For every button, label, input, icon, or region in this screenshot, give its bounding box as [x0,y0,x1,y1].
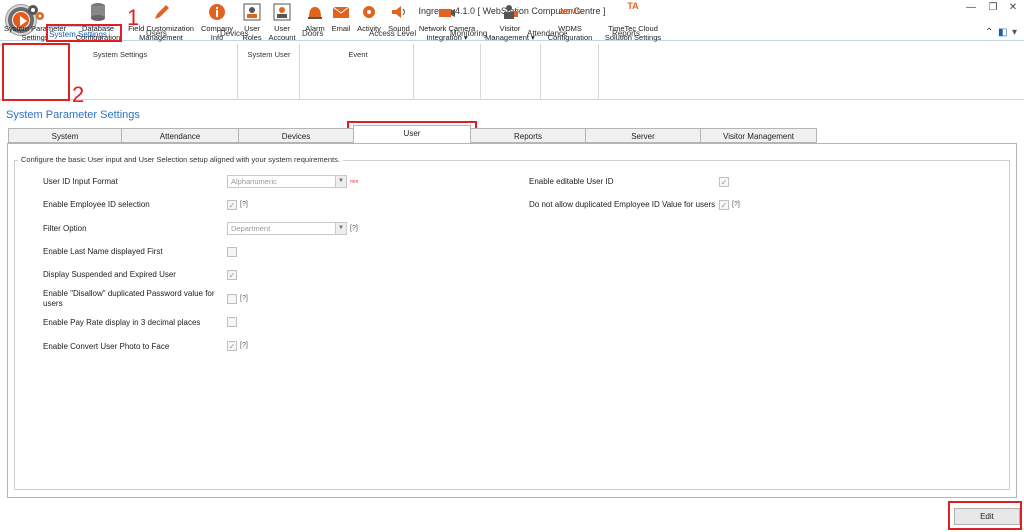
tab-devices-settings[interactable]: Devices [238,128,354,143]
convert-photo-help[interactable]: [?] [240,342,248,349]
camera-icon [437,2,457,22]
suspended-expired-label: Display Suspended and Expired User [43,270,176,279]
no-duplicate-employee-id-help[interactable]: [?] [732,201,740,208]
tab-server[interactable]: Server [585,128,701,143]
chevron-down-icon: ▼ [335,223,346,234]
company-info-label: Company Info [200,24,234,42]
user-account-icon [272,2,292,22]
sound-label: Sound [388,24,410,33]
no-duplicate-employee-id-checkbox[interactable]: ✓ [719,200,729,210]
minimize-icon[interactable]: — [962,2,980,13]
sound-icon [389,2,409,22]
last-name-first-label: Enable Last Name displayed First [43,247,163,256]
help-icon[interactable]: ▾ [1012,27,1017,38]
company-info-button[interactable]: Company Info [198,2,236,42]
user-roles-button[interactable]: User Roles [240,2,264,42]
disallow-duplicate-password-label: Enable "Disallow" duplicated Password va… [43,289,215,308]
pay-rate-decimal-checkbox[interactable] [227,317,237,327]
tab-attendance-settings[interactable]: Attendance [121,128,239,143]
wdms-configuration-label: WDMS Configuration [547,24,593,42]
sound-button[interactable]: Sound [386,2,412,33]
suspended-expired-checkbox[interactable]: ✓ [227,270,237,280]
user-account-button[interactable]: User Account [266,2,298,42]
ribbon-separator [413,44,414,100]
filter-option-value: Department [231,224,271,233]
employee-id-selection-help[interactable]: [?] [240,201,248,208]
ribbon-bar [0,40,1024,100]
ribbon-separator [598,44,599,100]
ribbon-separator [299,44,300,100]
activity-button[interactable]: Activity [355,2,383,33]
visitor-management-label: Visitor Management ▾ [485,24,535,42]
pencil-icon [151,2,171,22]
annotation-box-1 [46,24,122,42]
user-roles-icon [242,2,262,22]
convert-photo-checkbox[interactable]: ✓ [227,341,237,351]
alarm-label: Alarm [305,24,325,33]
editable-user-id-checkbox[interactable]: ✓ [719,177,729,187]
timetec-cloud-button[interactable]: TA TimeTec Cloud Solution Settings [600,1,666,43]
ribbon-separator [480,44,481,100]
ribbon-separator [540,44,541,100]
tab-system[interactable]: System [8,128,122,143]
email-label: Email [331,24,351,33]
timetec-cloud-label: TimeTec Cloud Solution Settings [604,24,662,42]
activity-label: Activity [357,24,381,33]
edit-button[interactable]: Edit [954,508,1020,525]
wdms-icon: WDMS [558,9,582,16]
chevron-down-icon: ▼ [335,176,346,187]
settings-tabs: System Attendance Devices User Reports S… [8,125,818,143]
group-system-user: System User [247,50,291,59]
annotation-number-1: 1 [127,5,140,30]
group-system-settings: System Settings [92,50,148,59]
activity-icon [359,2,379,22]
annotation-number-2: 2 [72,82,85,107]
tab-reports-settings[interactable]: Reports [470,128,586,143]
filter-option-help[interactable]: [?] [350,225,358,232]
user-id-format-value: Alphanumeric [231,177,277,186]
page-title: System Parameter Settings [6,109,140,121]
employee-id-selection-label: Enable Employee ID selection [43,200,150,209]
network-camera-button[interactable]: Network Camera Integration ▾ [416,2,478,42]
filter-option-label: Filter Option [43,224,87,233]
network-camera-label: Network Camera Integration ▾ [418,24,476,42]
visitor-management-button[interactable]: Visitor Management ▾ [482,2,538,42]
employee-id-selection-checkbox[interactable]: ✓ [227,200,237,210]
editable-user-id-label: Enable editable User ID [529,177,614,186]
filter-option-select[interactable]: Department ▼ [227,222,347,235]
cloud-icon: TA [627,1,639,11]
tab-visitor-management[interactable]: Visitor Management [700,128,817,143]
alarm-icon [305,2,325,22]
ribbon-collapse-icon[interactable]: ⌃ [985,27,993,38]
no-duplicate-employee-id-label: Do not allow duplicated Employee ID Valu… [529,200,716,209]
user-id-format-select[interactable]: Alphanumeric ▼ [227,175,347,188]
alarm-button[interactable]: Alarm [303,2,327,33]
database-icon [88,2,108,22]
group-caption: Configure the basic User input and User … [18,155,343,164]
disallow-duplicate-password-help[interactable]: [?] [240,295,248,302]
annotation-box-2 [2,43,70,101]
pay-rate-decimal-label: Enable Pay Rate display in 3 decimal pla… [43,318,201,327]
info-icon [207,2,227,22]
user-roles-label: User Roles [242,24,262,42]
convert-photo-label: Enable Convert User Photo to Face [43,342,170,351]
gears-icon [25,2,45,22]
user-id-format-mark: mm [350,179,359,185]
ribbon-separator [237,44,238,100]
visitor-icon [500,2,520,22]
last-name-first-checkbox[interactable] [227,247,237,257]
user-id-format-label: User ID Input Format [43,177,118,186]
email-button[interactable]: Email [329,2,353,33]
office-icon[interactable]: ◧ [998,27,1007,38]
disallow-duplicate-password-checkbox[interactable] [227,294,237,304]
restore-icon[interactable]: ❐ [984,2,1002,13]
group-event: Event [348,50,368,59]
tab-user[interactable]: User [353,125,471,143]
close-icon[interactable]: ✕ [1004,2,1022,13]
wdms-configuration-button[interactable]: WDMS WDMS Configuration [542,2,598,42]
email-icon [331,2,351,22]
user-account-label: User Account [268,24,296,42]
